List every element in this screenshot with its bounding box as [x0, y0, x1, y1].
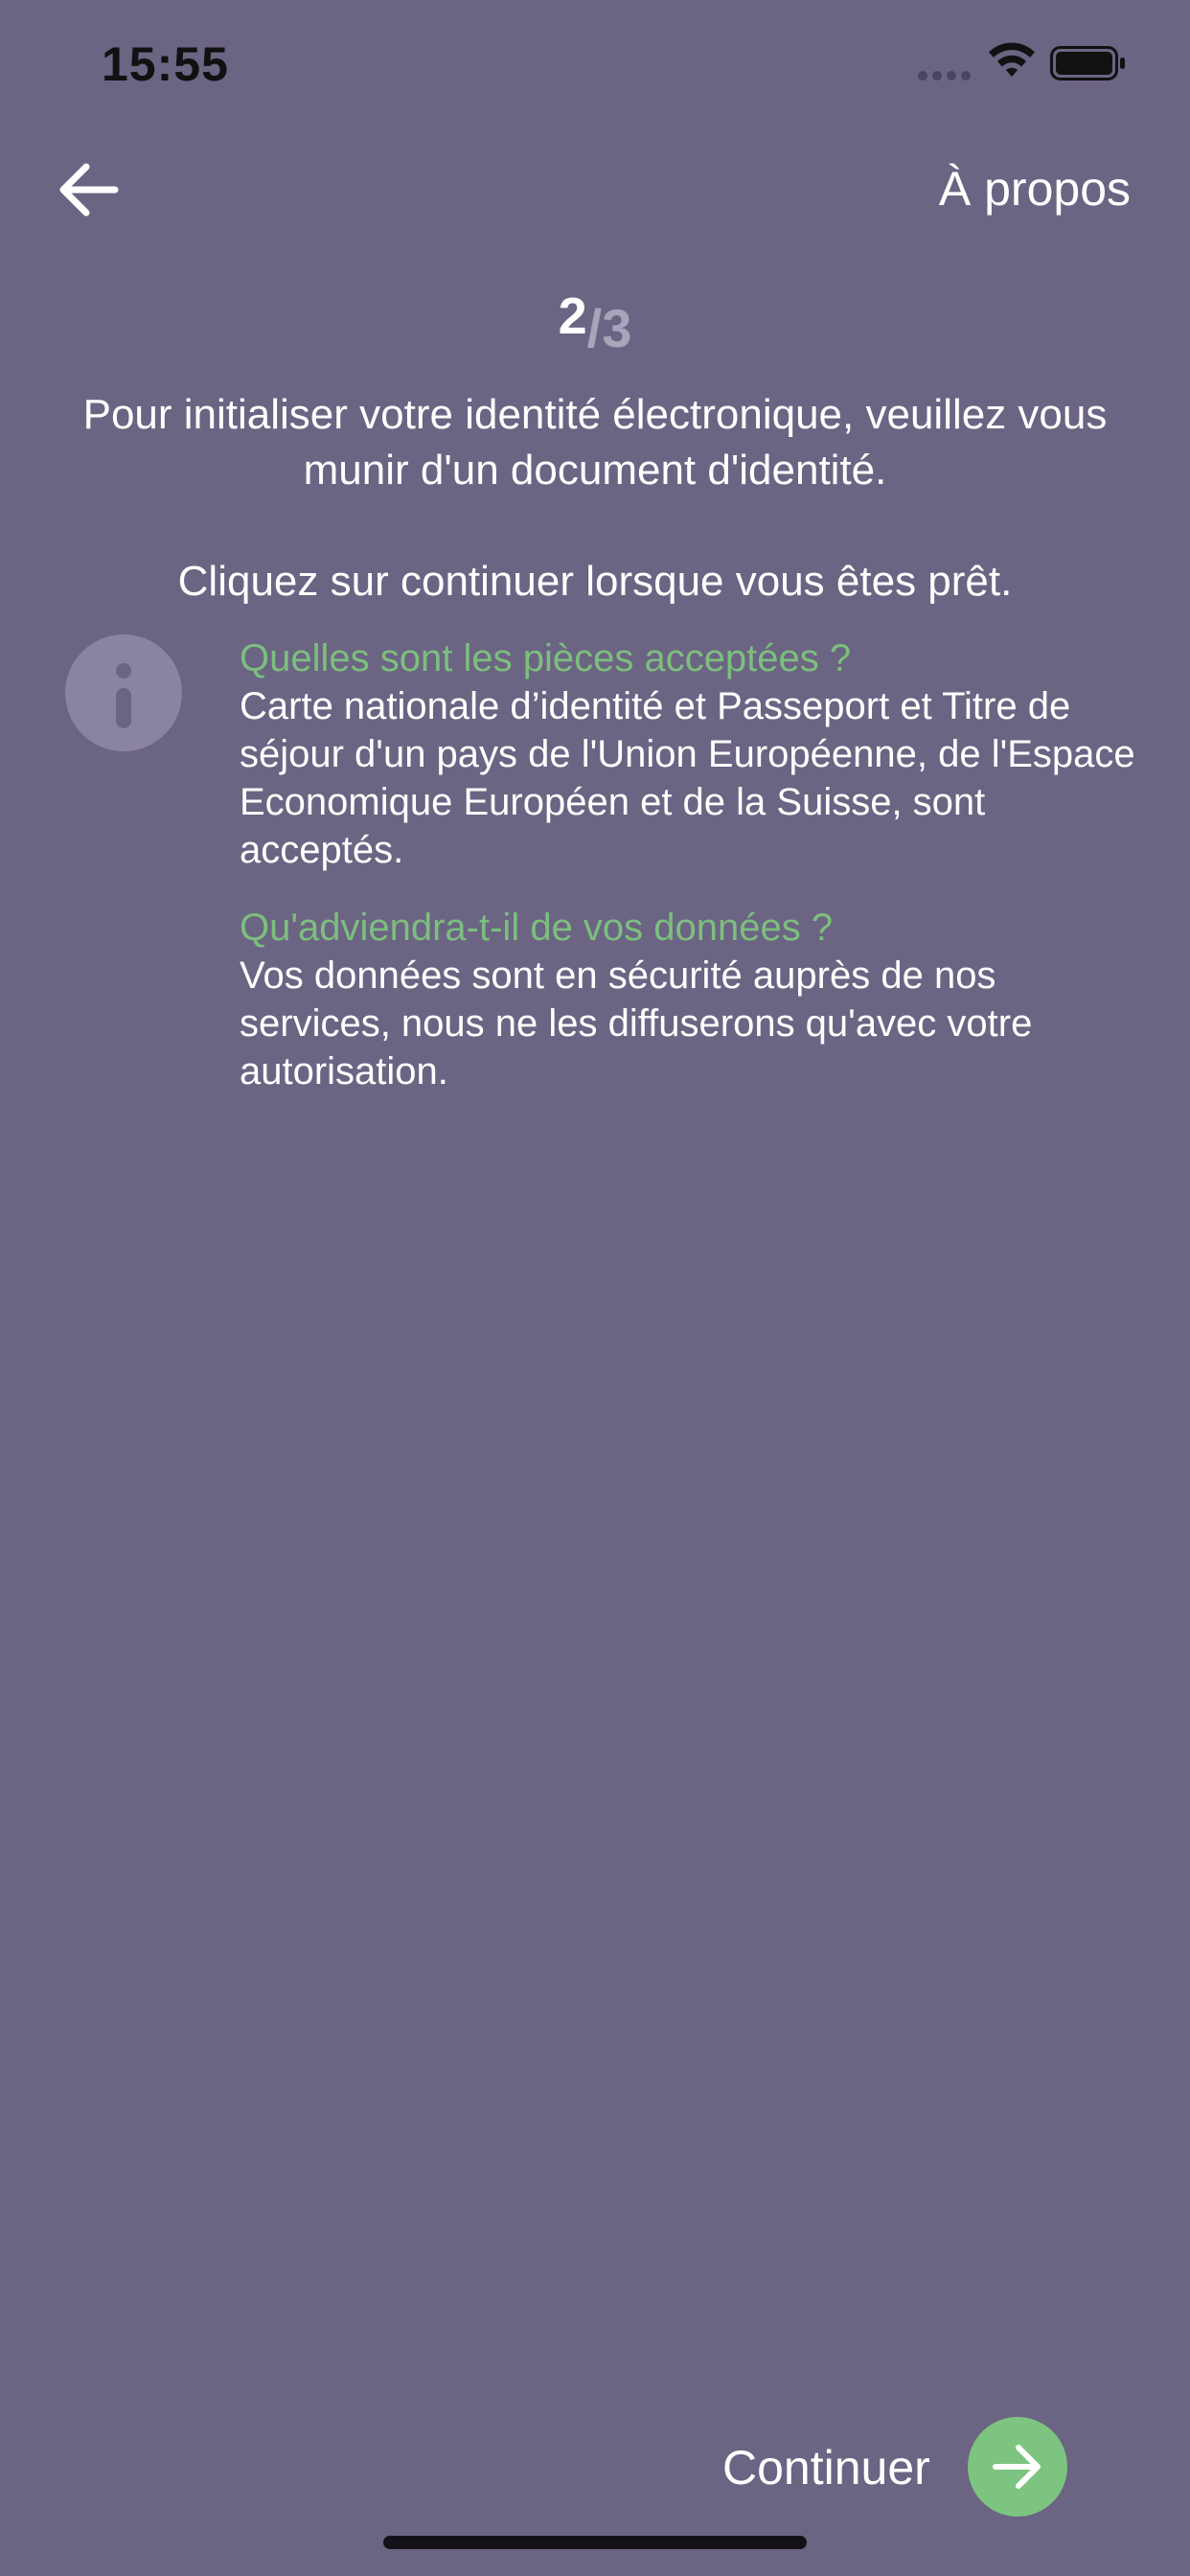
step-indicator: 2/3 [0, 284, 1190, 358]
arrow-right-icon [993, 2445, 1041, 2489]
info-section-data-privacy: Qu'adviendra-t-il de vos données ? Vos d… [240, 904, 1150, 1095]
status-time: 15:55 [102, 37, 229, 91]
instruction-text: Cliquez sur continuer lorsque vous êtes … [177, 558, 1013, 605]
step-current: 2 [558, 288, 587, 345]
status-bar: 15:55 [0, 0, 1190, 134]
info-question: Quelles sont les pièces acceptées ? [240, 637, 852, 679]
arrow-left-icon [59, 163, 119, 217]
back-button[interactable] [54, 159, 123, 220]
wifi-icon [989, 42, 1035, 77]
about-link[interactable]: À propos [939, 161, 1131, 217]
step-total: /3 [586, 298, 632, 358]
continue-label[interactable]: Continuer [722, 2440, 930, 2496]
battery-icon [1050, 46, 1125, 80]
intro-text: Pour initialiser votre identité électron… [82, 391, 1108, 494]
home-indicator [383, 2536, 807, 2549]
info-question: Qu'adviendra-t-il de vos données ? [240, 907, 834, 949]
info-answer: Carte nationale d’identité et Passeport … [240, 685, 1135, 871]
info-answer: Vos données sont en sécurité auprès de n… [240, 954, 1033, 1092]
continue-button[interactable] [968, 2417, 1067, 2517]
signal-dots-icon [918, 71, 973, 82]
info-icon [65, 634, 182, 751]
info-section-accepted-documents: Quelles sont les pièces acceptées ? Cart… [240, 634, 1150, 874]
